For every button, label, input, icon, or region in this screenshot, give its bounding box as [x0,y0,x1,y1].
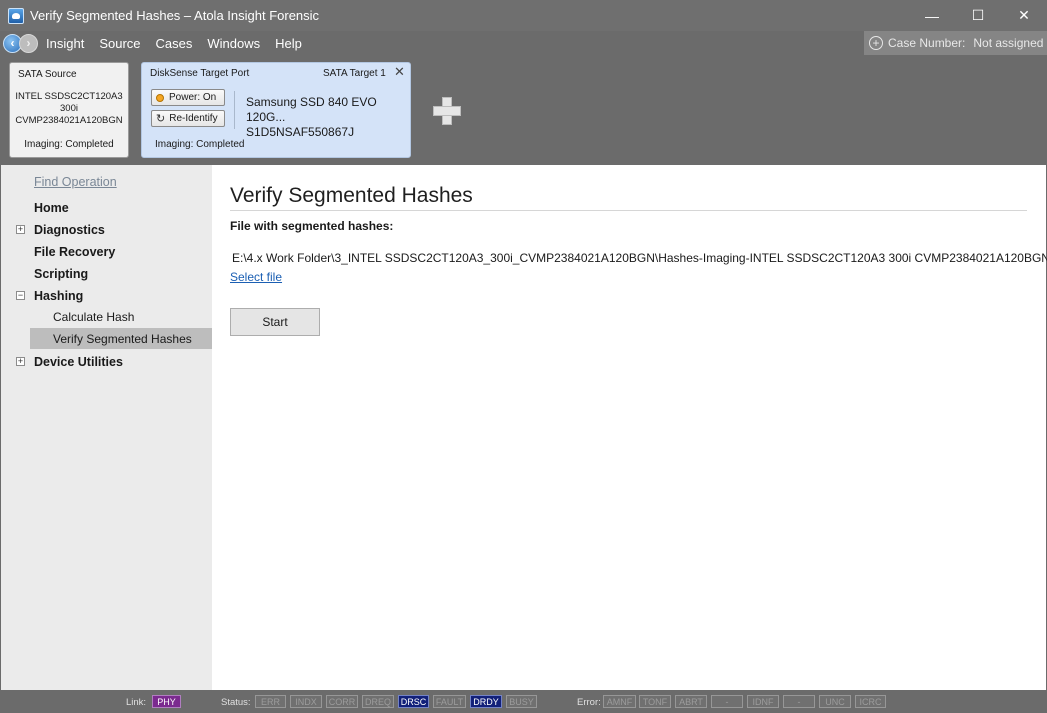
status-flag: DREQ [362,695,394,708]
status-flag: CORR [326,695,358,708]
target-status: Imaging: Completed [155,139,245,150]
error-flag: AMNF [603,695,636,708]
sidebar-item-device-utilities[interactable]: Device Utilities [34,355,123,369]
link-phy-badge: PHY [152,695,181,708]
source-model: INTEL SSDSC2CT120A3 300i CVMP2384021A120… [10,91,128,127]
status-flag-active: DRDY [470,695,502,708]
source-serial-line: CVMP2384021A120BGN [15,115,123,126]
status-flag: ERR [255,695,286,708]
title-divider [230,210,1027,211]
target-serial: S1D5NSAF550867J [246,125,355,139]
sidebar-item-home[interactable]: Home [34,201,69,215]
main-content: Verify Segmented Hashes File with segmen… [212,165,1047,690]
reidentify-button-label: Re-Identify [169,113,218,124]
error-flag: - [783,695,815,708]
target-model: Samsung SSD 840 EVO 120G... S1D5NSAF5508… [246,95,410,140]
collapse-minus-icon[interactable]: − [16,291,25,300]
status-flag-active: DRSC [398,695,429,708]
sidebar-item-diagnostics[interactable]: Diagnostics [34,223,105,237]
case-number-label: Case Number: [888,36,966,50]
menu-bar: ‹ › Insight Source Cases Windows Help + … [0,31,1047,55]
divider [234,91,235,129]
device-panel: SATA Source INTEL SSDSC2CT120A3 300i CVM… [0,55,1047,165]
source-model-line: 300i [60,103,78,114]
title-bar: Verify Segmented Hashes – Atola Insight … [0,0,1047,31]
status-flag: BUSY [506,695,537,708]
target-title: DiskSense Target Port [150,68,250,79]
case-number-value: Not assigned [973,36,1044,50]
case-number-area[interactable]: + Case Number: Not assigned [864,31,1047,55]
app-logo-icon [8,7,24,24]
sidebar-item-file-recovery[interactable]: File Recovery [34,245,115,259]
reidentify-button[interactable]: ↻ Re-Identify [151,110,225,127]
menu-windows[interactable]: Windows [207,36,260,51]
error-flag: TONF [639,695,671,708]
expand-plus-icon[interactable]: + [16,357,25,366]
error-flag: ABRT [675,695,707,708]
status-flag: INDX [290,695,322,708]
power-button-label: Power: On [169,92,217,103]
file-label: File with segmented hashes: [230,219,394,233]
close-target-icon[interactable]: ✕ [394,64,405,80]
error-label: Error: [577,697,601,708]
window-title: Verify Segmented Hashes – Atola Insight … [30,8,320,23]
error-flag: ICRC [855,695,886,708]
source-title: SATA Source [18,69,77,80]
link-label: Link: [126,697,147,708]
power-button[interactable]: Power: On [151,89,225,106]
refresh-icon: ↻ [156,113,166,125]
minimize-button[interactable]: — [909,0,955,31]
source-status: Imaging: Completed [24,139,114,150]
forward-arrow-icon[interactable]: › [19,33,38,53]
error-flag: UNC [819,695,851,708]
error-flag: - [711,695,743,708]
page-title: Verify Segmented Hashes [230,184,473,207]
status-flag: FAULT [433,695,466,708]
sidebar: Find Operation Home + Diagnostics File R… [1,165,212,690]
maximize-button[interactable]: ☐ [955,0,1001,31]
find-operation-link[interactable]: Find Operation [34,175,117,189]
sidebar-item-verify-segmented-hashes[interactable]: Verify Segmented Hashes [53,332,192,346]
target-model-name: Samsung SSD 840 EVO 120G... [246,95,377,124]
close-button[interactable]: ✕ [1001,0,1047,31]
target-port: SATA Target 1 [323,68,386,79]
window-controls: — ☐ ✕ [909,0,1047,31]
menu-cases[interactable]: Cases [156,36,193,51]
power-status-icon [156,93,164,102]
navigation-arrows: ‹ › [3,33,38,53]
add-device-icon[interactable] [433,97,461,125]
sidebar-item-scripting[interactable]: Scripting [34,267,88,281]
target-device-card[interactable]: DiskSense Target Port SATA Target 1 ✕ Po… [141,62,411,158]
source-device-card[interactable]: SATA Source INTEL SSDSC2CT120A3 300i CVM… [9,62,129,158]
error-flag: IDNF [747,695,779,708]
sidebar-item-hashing[interactable]: Hashing [34,289,83,303]
menu-help[interactable]: Help [275,36,302,51]
add-case-icon[interactable]: + [869,36,883,50]
source-model-line: INTEL SSDSC2CT120A3 [15,91,123,102]
start-button[interactable]: Start [230,308,320,336]
sidebar-item-calculate-hash[interactable]: Calculate Hash [53,310,134,324]
expand-plus-icon[interactable]: + [16,225,25,234]
menu-insight[interactable]: Insight [46,36,84,51]
file-path: E:\4.x Work Folder\3_INTEL SSDSC2CT120A3… [232,251,1047,265]
menu-source[interactable]: Source [99,36,140,51]
select-file-link[interactable]: Select file [230,270,282,284]
status-bar: Link: PHY Status: ERR INDX CORR DREQ DRS… [0,690,1047,713]
status-label: Status: [221,697,251,708]
